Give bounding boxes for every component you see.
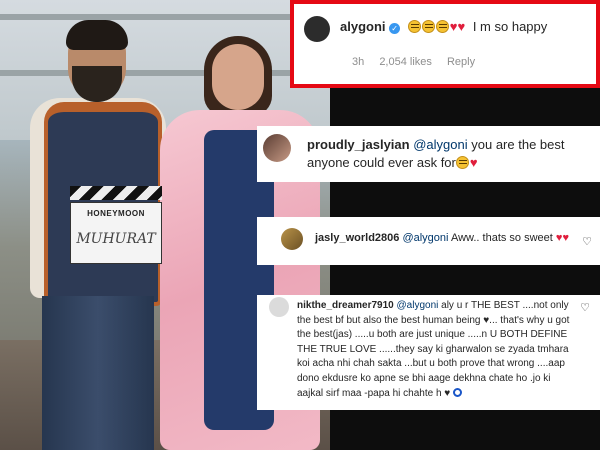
comment-body: nikthe_dreamer7910 @alygoni aly u r THE … [297,299,577,401]
reply-button[interactable]: Reply [447,56,475,68]
comment-body: jasly_world2806 @alygoni Aww.. thats so … [315,232,569,244]
comment-username[interactable]: proudly_jaslyian [307,137,410,152]
comment-username[interactable]: jasly_world2806 [315,232,399,244]
clapboard-title: HONEYMOON [87,209,145,218]
avatar[interactable] [304,16,330,42]
avatar[interactable] [269,297,289,317]
clapboard-text: MUHURAT [76,231,156,247]
comment-username[interactable]: nikthe_dreamer7910 [297,300,394,311]
comment-mention[interactable]: @alygoni [402,232,448,244]
comment-likes[interactable]: 2,054 likes [379,56,432,68]
comment-meta: 3h 2,054 likes Reply [352,56,487,68]
comment: nikthe_dreamer7910 @alygoni aly u r THE … [257,295,600,410]
verified-badge-icon: ✓ [389,23,401,34]
emoji-group: ♥♥ [407,19,469,34]
emoji-icon [435,20,449,33]
heart-icon: ♥ [562,232,569,244]
comment-body: proudly_jaslyian @alygoni you are the be… [307,136,595,172]
emoji-icon [407,20,421,33]
heart-icon: ♥ [469,155,478,170]
avatar[interactable] [281,228,303,250]
avatar[interactable] [263,134,291,162]
emoji-icon [421,20,435,33]
comment-text: Aww.. thats so sweet [450,232,553,244]
emoji-icon [455,156,469,169]
comment-mention[interactable]: @alygoni [397,300,439,311]
comment-username[interactable]: alygoni [340,19,386,34]
comment: proudly_jaslyian @alygoni you are the be… [257,126,600,182]
comment-mention[interactable]: @alygoni [413,137,467,152]
comment-time: 3h [352,56,365,68]
comment-highlighted: alygoni ✓ ♥♥ I m so happy 3h 2,054 likes… [290,0,600,88]
clapboard: HONEYMOON MUHURAT [70,186,162,264]
circle-icon [453,387,463,397]
heart-icon: ♥ [457,19,466,34]
like-heart-icon[interactable]: ♡ [580,301,590,314]
like-heart-icon[interactable]: ♡ [582,235,592,248]
comment: jasly_world2806 @alygoni Aww.. thats so … [257,217,600,265]
comment-text: aly u r THE BEST ....not only the best b… [297,300,570,399]
comment-text: I m so happy [472,19,548,34]
comment-body: alygoni ✓ ♥♥ I m so happy [340,19,547,34]
